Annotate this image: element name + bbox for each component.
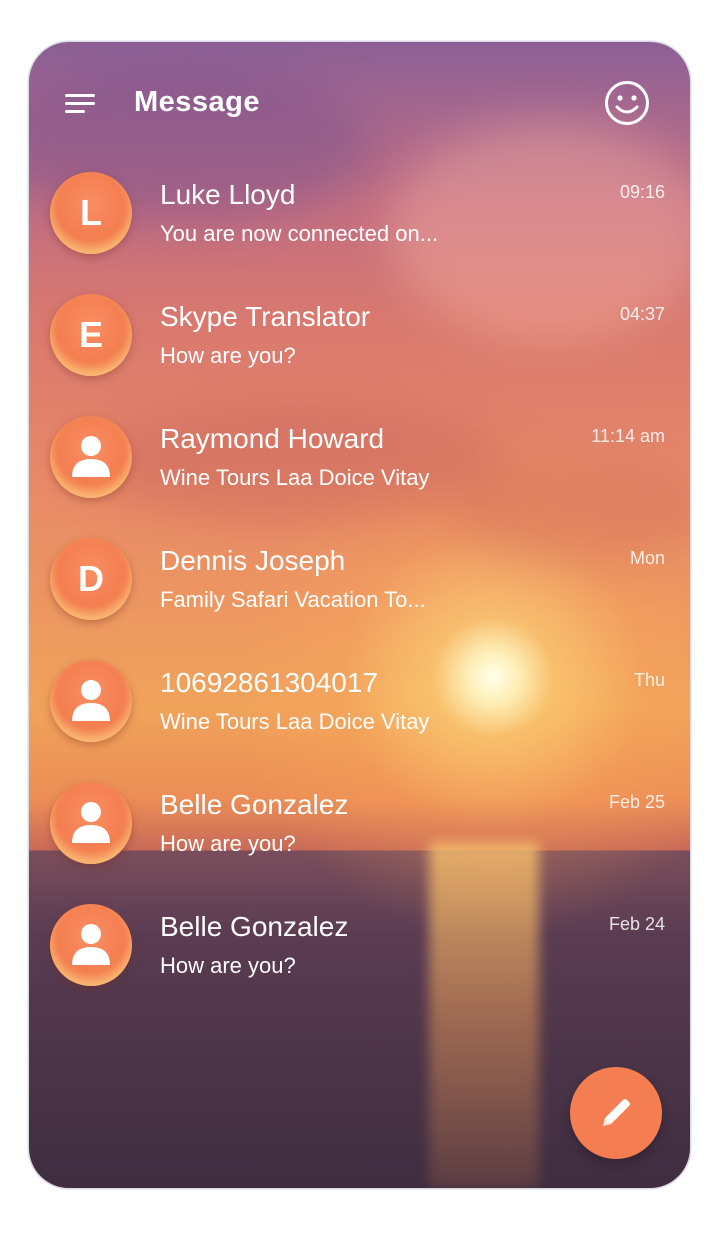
page-title: Message [134, 86, 261, 118]
avatar [50, 904, 132, 986]
contact-name: Belle Gonzalez [160, 789, 349, 820]
contact-name: Dennis Joseph [160, 545, 346, 576]
conversation-row[interactable]: 10692861304017 Wine Tours Laa Doice Vita… [29, 658, 690, 780]
message-preview: Wine Tours Laa Doice Vitay [160, 465, 430, 490]
message-time: 04:37 [619, 304, 665, 324]
message-preview: How are you? [160, 831, 296, 856]
conversation-row[interactable]: Raymond Howard Wine Tours Laa Doice Vita… [29, 414, 690, 536]
message-time: 09:16 [619, 182, 665, 202]
person-icon [72, 680, 110, 721]
contact-name: Belle Gonzalez [160, 911, 349, 942]
message-preview: How are you? [160, 953, 296, 978]
message-time: Mon [629, 548, 665, 568]
conversation-row[interactable]: L Luke Lloyd You are now connected on...… [29, 170, 690, 292]
avatar-letter: E [78, 314, 103, 355]
contact-name: Skype Translator [160, 301, 371, 332]
conversation-row[interactable]: Belle Gonzalez How are you? Feb 24 [29, 902, 690, 1024]
hamburger-menu-icon[interactable] [65, 92, 95, 116]
avatar [50, 660, 132, 742]
message-time: Thu [633, 670, 665, 690]
message-time: Feb 25 [608, 792, 665, 812]
pencil-edit-icon [603, 1099, 630, 1126]
avatar-letter: L [80, 192, 102, 233]
app-header: Message [29, 42, 690, 162]
compose-button[interactable] [570, 1067, 662, 1159]
smiley-face-icon[interactable] [604, 80, 650, 126]
message-preview: How are you? [160, 343, 296, 368]
conversation-row[interactable]: D Dennis Joseph Family Safari Vacation T… [29, 536, 690, 658]
message-preview: You are now connected on... [160, 221, 439, 246]
message-preview: Wine Tours Laa Doice Vitay [160, 709, 430, 734]
contact-name: Raymond Howard [160, 423, 385, 454]
conversation-row[interactable]: Belle Gonzalez How are you? Feb 25 [29, 780, 690, 902]
conversation-row[interactable]: E Skype Translator How are you? 04:37 [29, 292, 690, 414]
avatar: D [50, 538, 132, 620]
person-icon [72, 924, 110, 965]
avatar: L [50, 172, 132, 254]
message-time: Feb 24 [608, 914, 665, 934]
phone-screen: Message L Luke Lloyd You are now connect… [29, 42, 690, 1188]
person-icon [72, 436, 110, 477]
person-icon [72, 802, 110, 843]
contact-name: 10692861304017 [160, 667, 379, 698]
avatar [50, 782, 132, 864]
avatar [50, 416, 132, 498]
contact-name: Luke Lloyd [160, 179, 296, 210]
avatar-letter: D [78, 558, 104, 599]
message-time: 11:14 am [591, 426, 665, 446]
message-preview: Family Safari Vacation To... [160, 587, 426, 612]
avatar: E [50, 294, 132, 376]
